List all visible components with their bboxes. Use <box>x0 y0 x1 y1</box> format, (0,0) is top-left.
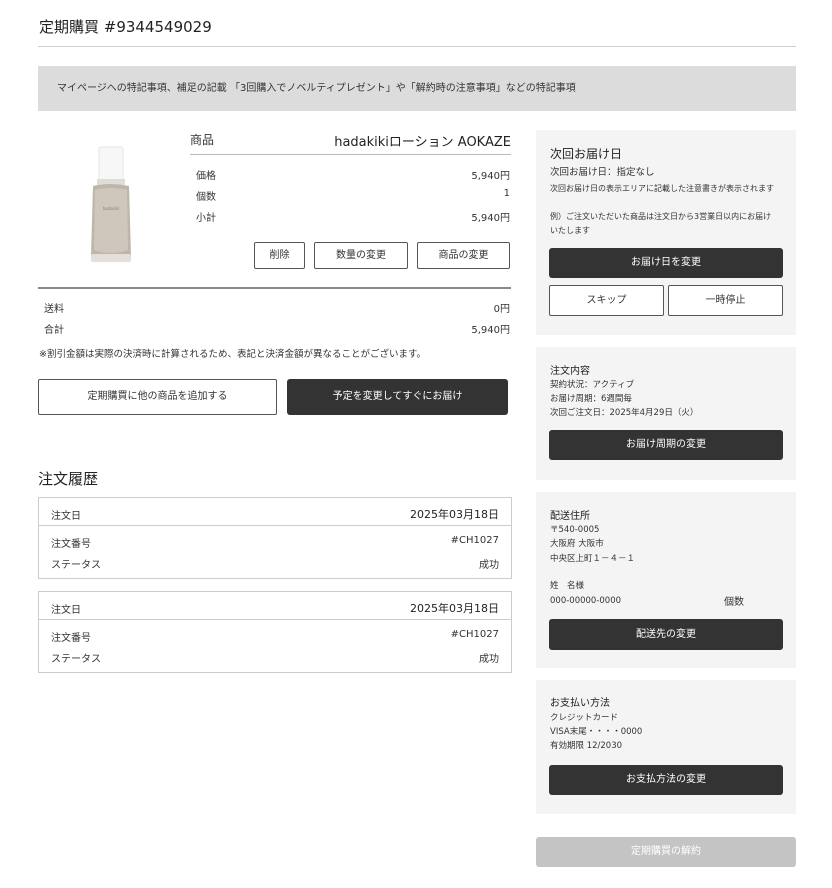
order-status-label: ステータス <box>51 654 101 665</box>
order-card[interactable]: 注文日 2025年03月18日 注文番号 #CH1027 ステータス 成功 <box>38 591 512 673</box>
next-delivery-example: 例）ご注文いただいた商品は注文日から3営業日以内にお届け <box>550 212 772 221</box>
address-panel: 配送住所 〒540-0005 大阪府 大阪市 中央区上町１－４－１ 姓 名様 0… <box>536 492 796 668</box>
next-order-date: 次回ご注文日：2025年4月29日（火） <box>550 408 699 418</box>
order-status: 成功 <box>479 560 499 571</box>
change-address-button[interactable]: 配送先の変更 <box>549 619 783 650</box>
pause-button[interactable]: 一時停止 <box>668 285 783 316</box>
order-status: 成功 <box>479 654 499 665</box>
order-number-label: 注文番号 <box>51 633 91 644</box>
product-name-label: 商品 <box>190 133 215 147</box>
total-value: 5,940円 <box>471 325 510 336</box>
change-quantity-button[interactable]: 数量の変更 <box>314 242 408 269</box>
next-delivery-panel: 次回お届け日 次回お届け日：指定なし 次回お届け日の表示エリアに記載した注意書き… <box>536 130 796 335</box>
address-title: 配送住所 <box>550 511 590 522</box>
cancel-subscription-button[interactable]: 定期購買の解約 <box>536 837 796 867</box>
product-name: hadakikiローション AOKAZE <box>334 135 511 150</box>
contract-status: 契約状況：アクティブ <box>550 380 635 390</box>
change-cycle-button[interactable]: お届け周期の変更 <box>549 430 783 460</box>
order-number: #CH1027 <box>450 629 499 640</box>
order-history-title: 注文履歴 <box>38 470 99 488</box>
qty-label: 個数 <box>196 192 216 203</box>
title-divider <box>38 46 796 47</box>
order-date: 2025年03月18日 <box>410 508 499 521</box>
order-date-label: 注文日 <box>51 511 81 522</box>
card-expiry: 有効期限 12/2030 <box>550 741 623 751</box>
subtotal-label: 小計 <box>196 213 216 224</box>
next-delivery-title: 次回お届け日 <box>550 147 623 161</box>
skip-button[interactable]: スキップ <box>549 285 664 316</box>
recipient-name: 姓 名様 <box>550 581 585 591</box>
product-image: hadakiki <box>38 130 174 280</box>
shipping-label: 送料 <box>44 304 64 315</box>
next-delivery-desc: 次回お届け日の表示エリアに記載した注意書きが表示されます <box>550 184 774 193</box>
svg-text:hadakiki: hadakiki <box>103 206 120 211</box>
order-number-label: 注文番号 <box>51 539 91 550</box>
add-product-button[interactable]: 定期購買に他の商品を追加する <box>38 379 277 415</box>
order-info-title: 注文内容 <box>550 366 590 377</box>
discount-note: ※割引金額は実際の決済時に計算されるため、表記と決済金額が異なることがございます… <box>39 349 427 360</box>
card-number: VISA末尾・・・・0000 <box>550 727 643 737</box>
payment-title: お支払い方法 <box>550 698 610 709</box>
delivery-cycle: お届け周期：6週間毎 <box>550 394 632 404</box>
ship-now-button[interactable]: 予定を変更してすぐにお届け <box>287 379 508 415</box>
product-divider <box>190 154 511 155</box>
change-delivery-date-button[interactable]: お届け日を変更 <box>549 248 783 278</box>
address-pref: 大阪府 大阪市 <box>550 539 604 549</box>
address-zip: 〒540-0005 <box>550 525 600 535</box>
payment-panel: お支払い方法 クレジットカード VISA末尾・・・・0000 有効期限 12/2… <box>536 680 796 814</box>
payment-method: クレジットカード <box>550 713 619 723</box>
address-street: 中央区上町１－４－１ <box>550 554 636 564</box>
address-qty-label: 個数 <box>724 597 744 608</box>
shipping-value: 0円 <box>493 304 510 315</box>
change-payment-button[interactable]: お支払方法の変更 <box>549 765 783 795</box>
recipient-phone: 000-00000-0000 <box>550 596 622 606</box>
special-notice: マイページへの特記事項、補足の記載 「3回購入でノベルティプレゼント」や「解約時… <box>38 66 796 111</box>
next-delivery-date: 次回お届け日：指定なし <box>550 167 655 178</box>
page-title: 定期購買 #9344549029 <box>39 18 212 36</box>
order-status-label: ステータス <box>51 560 101 571</box>
order-date-label: 注文日 <box>51 605 81 616</box>
next-delivery-example-cont: いたします <box>550 226 590 235</box>
totals-divider <box>38 287 511 289</box>
order-date: 2025年03月18日 <box>410 602 499 615</box>
change-product-button[interactable]: 商品の変更 <box>417 242 510 269</box>
price-label: 価格 <box>196 171 216 182</box>
order-info-panel: 注文内容 契約状況：アクティブ お届け周期：6週間毎 次回ご注文日：2025年4… <box>536 347 796 480</box>
price-value: 5,940円 <box>471 171 510 182</box>
subtotal-value: 5,940円 <box>471 213 510 224</box>
order-card[interactable]: 注文日 2025年03月18日 注文番号 #CH1027 ステータス 成功 <box>38 497 512 579</box>
delete-button[interactable]: 削除 <box>254 242 305 269</box>
qty-value: 1 <box>503 188 510 199</box>
order-number: #CH1027 <box>450 535 499 546</box>
total-label: 合計 <box>44 325 64 336</box>
